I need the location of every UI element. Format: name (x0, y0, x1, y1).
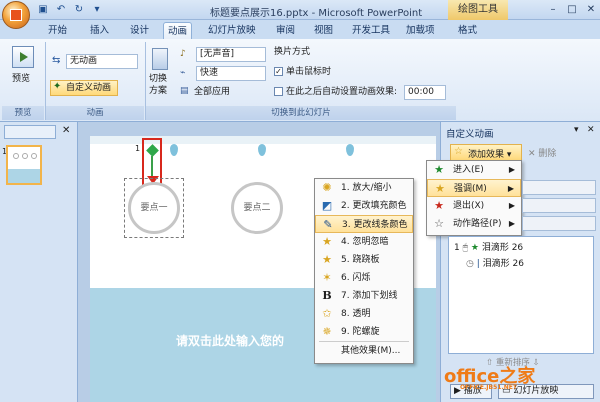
star-red-icon: ★ (434, 199, 444, 212)
drop-shape[interactable] (258, 144, 266, 156)
animation-tag: 1 (135, 144, 141, 153)
pane-close-icon[interactable]: ✕ (62, 125, 70, 136)
menu-item-exit[interactable]: ★ 退出(X) ▶ (427, 197, 521, 215)
tab-slideshow[interactable]: 幻灯片放映 (204, 22, 260, 39)
speed-combo[interactable]: 快速 (196, 66, 266, 81)
menu-item-teeter[interactable]: ★ 5. 跷跷板 (315, 251, 413, 269)
sound-combo[interactable]: [无声音] (196, 47, 266, 62)
drawing-tools-tab[interactable]: 绘图工具 (448, 0, 508, 20)
tab-design[interactable]: 设计 (126, 22, 153, 39)
bold-b-icon: B (322, 289, 332, 302)
mouse-icon: 🖱 (462, 243, 469, 253)
animation-combo[interactable]: 无动画 (66, 54, 138, 69)
pane-dropdown-icon[interactable]: ▾ (574, 125, 579, 135)
star-icon: ★ (322, 253, 332, 266)
star-yellow-icon: ★ (435, 182, 445, 195)
shape-point-two[interactable]: 要点二 (231, 182, 283, 234)
slide-thumbnail[interactable] (6, 145, 42, 185)
pane-title: 自定义动画 (446, 129, 494, 140)
shape-point-one[interactable]: 要点一 (128, 182, 180, 234)
apply-all-button[interactable]: 全部应用 (194, 85, 230, 99)
menu-item-flicker[interactable]: ✶ 6. 闪烁 (315, 269, 413, 287)
add-effect-button[interactable]: ☆ 添加效果 ▾ (450, 144, 522, 161)
undo-icon[interactable]: ↶ (54, 3, 68, 17)
star-green-icon: ★ (434, 163, 444, 176)
start-combo[interactable] (522, 180, 596, 195)
tab-addins[interactable]: 加载项 (402, 22, 439, 39)
group-animation-label: 动画 (46, 106, 144, 120)
advance-mode-title: 换片方式 (274, 47, 311, 57)
tab-insert[interactable]: 插入 (86, 22, 113, 39)
menu-item-more-effects[interactable]: 其他效果(M)... (315, 342, 413, 360)
menu-item-blink-dim[interactable]: ★ 4. 忽明忽暗 (315, 233, 413, 251)
speed-combo-pane[interactable] (522, 216, 596, 231)
line-color-icon: ✎ (323, 218, 333, 231)
zoom-icon: ✺ (322, 181, 332, 194)
auto-after-label: 在此之后自动设置动画效果: (286, 87, 398, 97)
tab-animation[interactable]: 动画 (163, 22, 193, 39)
menu-item-line-color[interactable]: ✎ 3. 更改线条颜色 (315, 215, 413, 233)
office-button[interactable] (2, 1, 30, 29)
custom-animation-label: 自定义动画 (66, 83, 112, 93)
on-click-checkbox[interactable]: ✓ 单击鼠标时 (274, 65, 331, 79)
menu-item-emphasis[interactable]: ★ 强调(M) ▶ (427, 179, 521, 197)
menu-item-underline[interactable]: B 7. 添加下划线 (315, 287, 413, 305)
add-effect-menu: ★ 进入(E) ▶ ★ 强调(M) ▶ ★ 退出(X) ▶ ☆ 动作路径(P) ▶ (426, 160, 522, 236)
tab-developer[interactable]: 开发工具 (348, 22, 394, 39)
watermark-url: OFFICE.JB51.NET (460, 384, 517, 391)
star-icon: ✩ (322, 307, 332, 320)
property-combo[interactable] (522, 198, 596, 213)
list-item[interactable]: 1 🖱 ★ 泪滴形 26 (454, 240, 594, 254)
close-button[interactable]: ✕ (582, 3, 600, 17)
menu-item-fill-color[interactable]: ◩ 2. 更改填充颜色 (315, 197, 413, 215)
group-preview-label: 预览 (2, 106, 44, 120)
menu-item-motion-path[interactable]: ☆ 动作路径(P) ▶ (427, 215, 521, 233)
switch-scheme-button[interactable]: 切换方案 (149, 73, 173, 97)
star-outline-icon: ☆ (434, 217, 444, 230)
group-transition-label: 切换到此幻灯片 (146, 106, 456, 120)
custom-animation-icon: ✦ (53, 81, 62, 92)
list-item[interactable]: ◷ | 泪滴形 26 (466, 256, 594, 270)
save-icon[interactable]: ▣ (36, 3, 50, 17)
tab-view[interactable]: 视图 (310, 22, 337, 39)
star-yellow-icon: ☆ (454, 146, 463, 157)
spin-icon: ✵ (322, 325, 332, 338)
on-click-label: 单击鼠标时 (286, 67, 332, 77)
sound-icon: ♪ (180, 49, 186, 59)
animation-icon: ⇆ (52, 55, 61, 66)
speed-icon: ⌁ (180, 68, 186, 78)
redo-icon[interactable]: ↻ (72, 3, 86, 17)
fill-color-icon: ◩ (321, 199, 333, 212)
menu-item-entrance[interactable]: ★ 进入(E) ▶ (427, 161, 521, 179)
slides-outline-tabs[interactable] (4, 125, 56, 139)
drop-shape[interactable] (170, 144, 178, 156)
preview-button[interactable]: 预览 (12, 72, 30, 86)
menu-item-transparent[interactable]: ✩ 8. 透明 (315, 305, 413, 323)
star-green-icon: ★ (470, 243, 479, 253)
line-color-icon: | (476, 259, 480, 269)
text-placeholder[interactable]: 请双击此处输入您的 (176, 332, 284, 349)
tab-review[interactable]: 审阅 (272, 22, 299, 39)
maximize-button[interactable]: □ (563, 3, 581, 17)
minimize-button[interactable]: – (544, 3, 562, 17)
path-line (151, 156, 153, 176)
tab-home[interactable]: 开始 (44, 22, 71, 39)
preview-icon[interactable] (12, 46, 34, 68)
star-icon: ✶ (322, 271, 332, 284)
transition-scheme-icon[interactable] (152, 48, 168, 70)
pane-close-icon[interactable]: ✕ (587, 125, 595, 135)
delete-button[interactable]: ✕ 删除 (528, 146, 556, 159)
clock-icon: ◷ (466, 259, 474, 269)
time-spinner[interactable]: 00:00 (404, 85, 446, 100)
emphasis-menu: ✺ 1. 放大/缩小 ◩ 2. 更改填充颜色 ✎ 3. 更改线条颜色 ★ 4. 忽明忽暗… (314, 178, 414, 364)
menu-item-spin[interactable]: ✵ 9. 陀螺旋 (315, 323, 413, 341)
star-icon: ★ (322, 235, 332, 248)
customize-qat-icon[interactable]: ▾ (90, 3, 104, 17)
drop-shape[interactable] (346, 144, 354, 156)
menu-item-zoom[interactable]: ✺ 1. 放大/缩小 (315, 179, 413, 197)
window-title: 标题要点展示16.pptx - Microsoft PowerPoint (210, 8, 423, 19)
apply-all-icon: ▤ (180, 86, 189, 96)
tab-format[interactable]: 格式 (454, 22, 481, 39)
auto-after-checkbox[interactable]: 在此之后自动设置动画效果: (274, 85, 397, 99)
